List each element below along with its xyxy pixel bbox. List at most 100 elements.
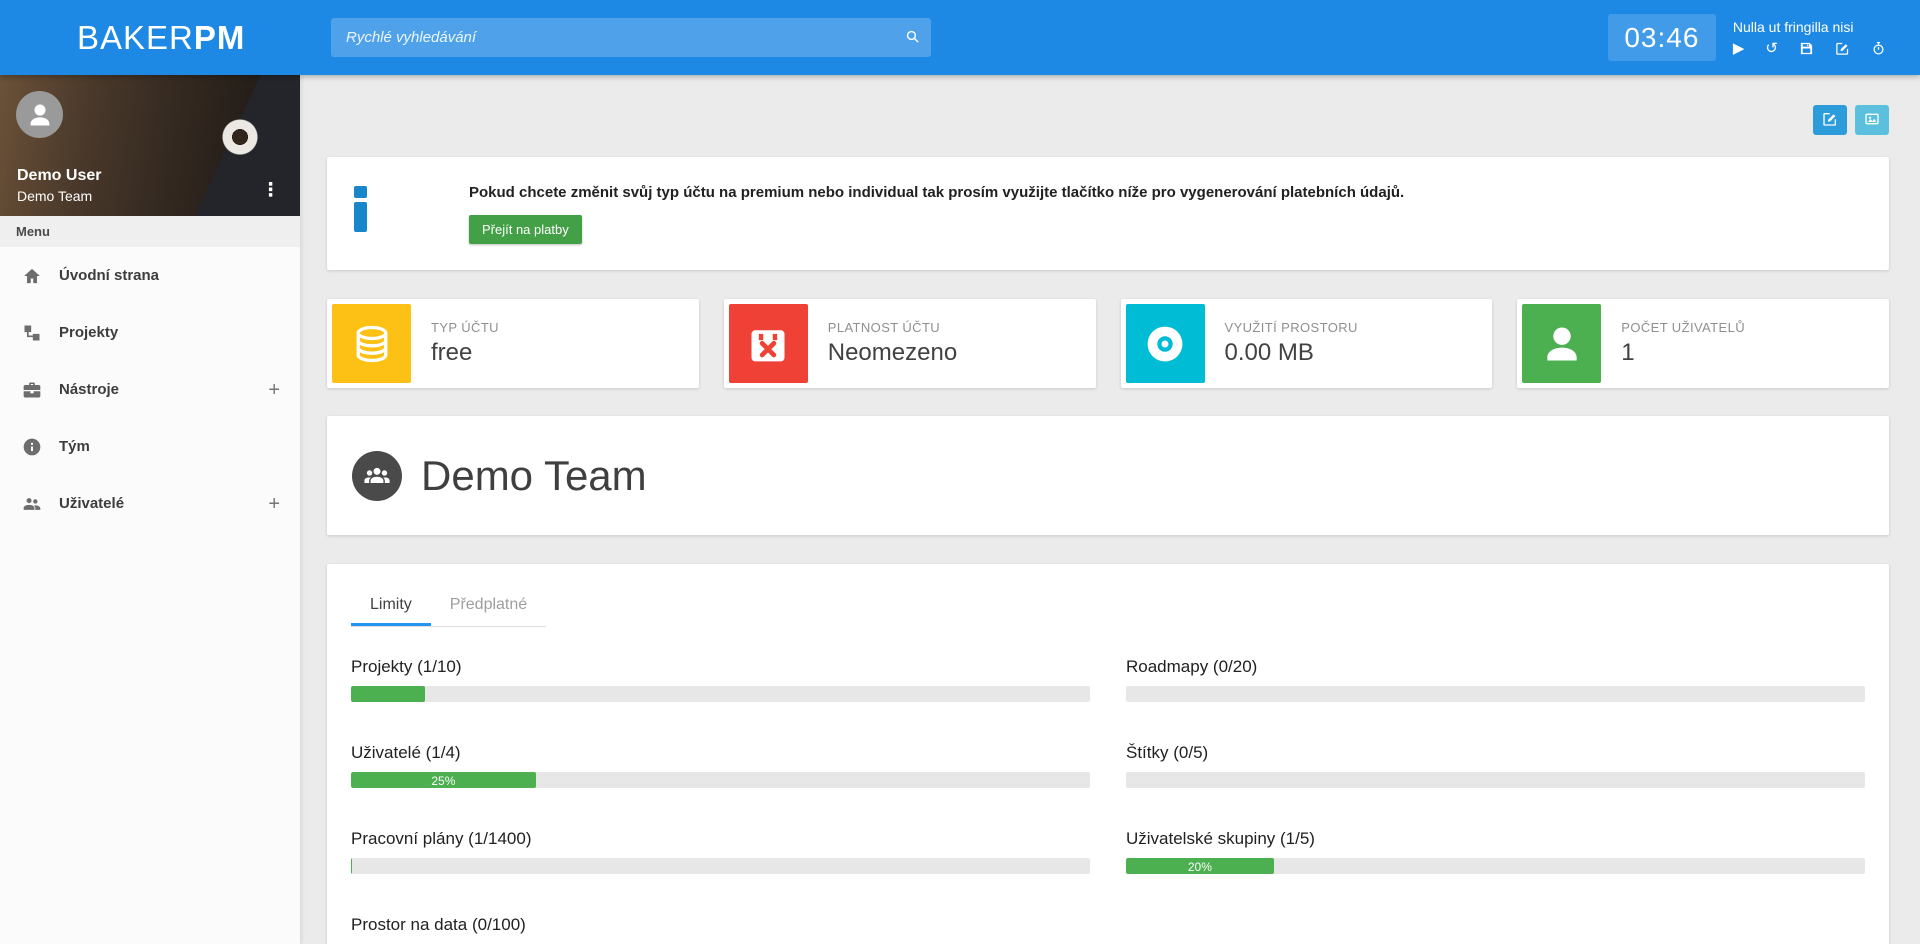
progress-fill: 20%: [1126, 858, 1274, 874]
progress-percent-label: 20%: [1187, 860, 1212, 874]
limit-label: Štítky (0/5): [1126, 743, 1209, 762]
progress-percent-label: 25%: [431, 774, 456, 788]
team-card: Demo Team: [327, 416, 1889, 535]
limits-tabs: Limity Předplatné: [351, 586, 547, 627]
profile-menu-icon[interactable]: ⋮: [261, 179, 280, 202]
restart-icon[interactable]: ↺: [1765, 41, 1778, 56]
sidebar-item-uvodni-strana[interactable]: Úvodní strana: [0, 247, 300, 304]
profile-user-name: Demo User: [17, 167, 102, 184]
stat-account-validity: PLATNOST ÚČTU Neomezeno: [723, 299, 1096, 388]
avatar[interactable]: [16, 91, 63, 138]
limit-label: Roadmapy (0/20): [1126, 657, 1258, 676]
sidebar-item-label: Nástroje: [59, 381, 120, 398]
projects-icon: [20, 323, 44, 343]
sidebar: Demo User Demo Team ⋮ Menu Úvodní strana…: [0, 75, 300, 944]
tab-predplatne[interactable]: Předplatné: [431, 586, 546, 626]
limit-label: Pracovní plány (1/1400): [351, 829, 532, 848]
profile-team-name: Demo Team: [17, 188, 93, 204]
app-logo[interactable]: BAKERPM: [77, 19, 331, 57]
stat-value: 1: [1621, 339, 1635, 366]
stat-space-usage: VYUŽITÍ PROSTORU 0.00 MB: [1120, 299, 1493, 388]
logo-text-baker: BAKER: [77, 18, 194, 56]
stats-row: TYP ÚČTU free PLATNOST ÚČTU Neomezeno VY…: [327, 299, 1889, 388]
limits-card: Limity Předplatné Projekty (1/10) Uživat…: [327, 564, 1889, 944]
limit-stitky: Štítky (0/5): [1126, 743, 1865, 788]
stat-account-type: TYP ÚČTU free: [327, 299, 699, 388]
calendar-x-icon: [728, 304, 808, 383]
tools-icon: [20, 380, 44, 400]
play-icon[interactable]: ▶: [1733, 41, 1745, 56]
sidebar-item-label: Tým: [59, 438, 90, 455]
sidebar-item-label: Projekty: [59, 324, 119, 341]
stat-value: Neomezeno: [827, 339, 958, 366]
go-to-payments-button[interactable]: Přejít na platby: [469, 215, 582, 244]
edit-icon: [1822, 111, 1838, 130]
sidebar-item-projekty[interactable]: Projekty: [0, 304, 300, 361]
timer-task-label: Nulla ut fringilla nisi: [1732, 19, 1854, 35]
limit-projekty: Projekty (1/10): [351, 657, 1090, 702]
limit-pracovni-plany: Pracovní plány (1/1400): [351, 829, 1090, 874]
progress-bar: [1126, 772, 1865, 788]
save-icon[interactable]: [1799, 41, 1814, 56]
progress-bar: [1126, 686, 1865, 702]
stat-label: PLATNOST ÚČTU: [827, 320, 941, 335]
stat-label: VYUŽITÍ PROSTORU: [1224, 320, 1358, 335]
add-nastroje-button[interactable]: +: [268, 380, 280, 400]
stat-value: 0.00 MB: [1224, 339, 1314, 366]
progress-bar: 20%: [1126, 858, 1865, 874]
edit-page-button[interactable]: [1813, 105, 1847, 135]
limit-prostor-na-data: Prostor na data (0/100): [351, 915, 1090, 944]
sidebar-item-nastroje[interactable]: Nástroje +: [0, 361, 300, 418]
sidebar-nav: Úvodní strana Projekty Nástroje + Tým Už…: [0, 247, 300, 532]
search-icon[interactable]: [904, 28, 921, 45]
main-content: Pokud chcete změnit svůj typ účtu na pre…: [300, 75, 1920, 944]
progress-bar: 25%: [351, 772, 1090, 788]
notice-text: Pokud chcete změnit svůj typ účtu na pre…: [469, 184, 1405, 201]
page-actions: [327, 105, 1889, 135]
profile-panel: Demo User Demo Team ⋮: [0, 75, 300, 216]
sidebar-item-label: Úvodní strana: [59, 267, 160, 284]
payment-notice-card: Pokud chcete změnit svůj typ účtu na pre…: [327, 157, 1889, 270]
limit-uzivatele: Uživatelé (1/4) 25%: [351, 743, 1090, 788]
home-icon: [20, 266, 44, 286]
progress-fill: 25%: [351, 772, 536, 788]
team-title: Demo Team: [421, 451, 647, 499]
stat-user-count: POČET UŽIVATELŮ 1: [1517, 299, 1889, 388]
logo-text-pm: PM: [193, 18, 246, 56]
users-icon: [20, 494, 44, 514]
limit-label: Prostor na data (0/100): [351, 915, 526, 934]
menu-header: Menu: [0, 216, 300, 247]
stat-value: free: [431, 339, 473, 366]
progress-fill: [351, 858, 352, 874]
stat-label: TYP ÚČTU: [431, 320, 499, 335]
progress-bar: [351, 686, 1090, 702]
sidebar-item-tym[interactable]: Tým: [0, 418, 300, 475]
tab-limity[interactable]: Limity: [351, 586, 431, 626]
timer-widget: 03:46 Nulla ut fringilla nisi ▶ ↺: [1607, 14, 1886, 61]
limit-uzivatelske-skupiny: Uživatelské skupiny (1/5) 20%: [1126, 829, 1865, 874]
search-input[interactable]: [331, 18, 931, 57]
progress-fill: [351, 686, 425, 702]
disc-icon: [1125, 304, 1205, 383]
image-button[interactable]: [1855, 105, 1889, 135]
timer-display[interactable]: 03:46: [1607, 14, 1716, 61]
quick-search: [331, 18, 931, 57]
info-circle-icon: [20, 437, 44, 457]
topbar: BAKERPM 03:46 Nulla ut fringilla nisi ▶ …: [0, 0, 1920, 75]
user-icon: [1522, 304, 1602, 383]
stat-label: POČET UŽIVATELŮ: [1621, 320, 1745, 335]
sidebar-item-label: Uživatelé: [59, 495, 125, 512]
edit-entry-icon[interactable]: [1835, 41, 1850, 56]
limit-roadmapy: Roadmapy (0/20): [1126, 657, 1865, 702]
stopwatch-icon[interactable]: [1871, 41, 1886, 56]
info-icon: [354, 186, 367, 270]
timer-controls: ▶ ↺: [1733, 41, 1886, 56]
team-group-icon: [352, 450, 402, 501]
limit-label: Uživatelské skupiny (1/5): [1126, 829, 1315, 848]
limit-label: Projekty (1/10): [351, 657, 462, 676]
image-icon: [1864, 111, 1880, 130]
sidebar-item-uzivatele[interactable]: Uživatelé +: [0, 475, 300, 532]
limit-label: Uživatelé (1/4): [351, 743, 461, 762]
add-uzivatele-button[interactable]: +: [268, 494, 280, 514]
progress-bar: [351, 858, 1090, 874]
